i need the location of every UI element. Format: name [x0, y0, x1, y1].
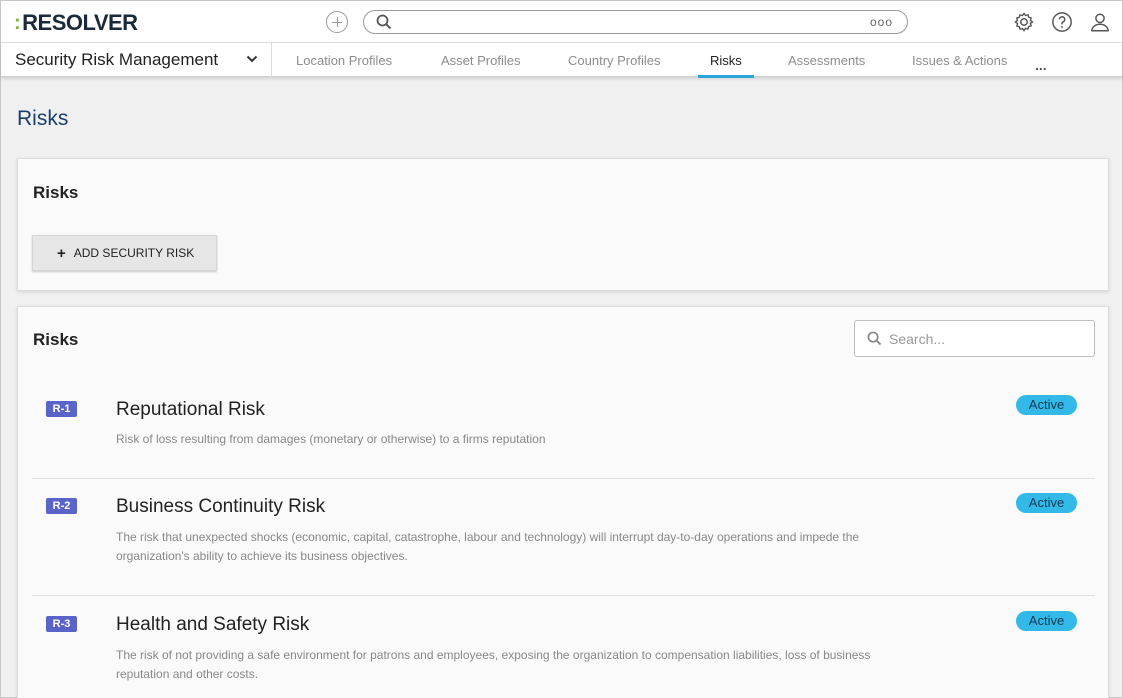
tab-issues-actions[interactable]: Issues & Actions — [912, 43, 1007, 77]
search-options-icon[interactable]: ooo — [870, 15, 893, 29]
add-security-risk-button[interactable]: + ADD SECURITY RISK — [32, 235, 217, 271]
app-selector[interactable]: Security Risk Management — [1, 43, 272, 77]
tab-assessments[interactable]: Assessments — [788, 43, 865, 77]
top-bar: : RESOLVER ooo — [1, 1, 1122, 43]
risk-id-badge: R-2 — [46, 498, 77, 514]
risk-list-card: Risks R-1 Reputational Risk Risk of loss… — [17, 306, 1109, 698]
add-risk-card: Risks + ADD SECURITY RISK — [17, 158, 1109, 291]
search-icon — [376, 14, 392, 30]
risk-search-input[interactable] — [889, 329, 1084, 349]
logo-colon: : — [14, 11, 21, 34]
risk-description: The risk of not providing a safe environ… — [116, 648, 871, 681]
risk-name[interactable]: Business Continuity Risk — [116, 496, 325, 518]
tab-location-profiles[interactable]: Location Profiles — [296, 43, 392, 77]
risk-description: Risk of loss resulting from damages (mon… — [116, 432, 546, 446]
user-icon[interactable] — [1088, 10, 1112, 34]
search-icon — [867, 331, 882, 346]
gear-icon[interactable] — [1012, 10, 1036, 34]
help-icon[interactable] — [1050, 10, 1074, 34]
chevron-down-icon — [246, 55, 258, 63]
risk-id-badge: R-1 — [46, 401, 77, 417]
card-title: Risks — [33, 330, 79, 349]
nav-bar: Security Risk Management Location Profil… — [1, 43, 1122, 78]
tab-risks[interactable]: Risks — [698, 43, 754, 78]
app-name: Security Risk Management — [15, 50, 219, 69]
logo-text: RESOLVER — [22, 10, 138, 35]
status-badge: Active — [1016, 395, 1077, 415]
tab-country-profiles[interactable]: Country Profiles — [568, 43, 660, 77]
risk-search-field[interactable] — [854, 320, 1095, 357]
risk-list-item[interactable]: R-1 Reputational Risk Risk of loss resul… — [32, 379, 1095, 479]
tab-asset-profiles[interactable]: Asset Profiles — [441, 43, 520, 77]
risk-id-badge: R-3 — [46, 616, 77, 632]
risk-list-item[interactable]: R-2 Business Continuity Risk The risk th… — [32, 479, 1095, 596]
global-search-bar[interactable]: ooo — [363, 10, 908, 34]
resolver-logo[interactable]: : RESOLVER — [14, 10, 138, 36]
add-security-risk-label: ADD SECURITY RISK — [73, 246, 195, 260]
card-title: Risks — [33, 183, 79, 202]
risk-description: The risk that unexpected shocks (economi… — [116, 530, 860, 563]
plus-circle-icon[interactable] — [326, 11, 348, 33]
plus-icon: + — [57, 244, 66, 262]
top-icons — [1012, 10, 1112, 34]
more-tabs-button[interactable]: ... — [1035, 57, 1047, 73]
risk-name[interactable]: Health and Safety Risk — [116, 614, 309, 636]
status-badge: Active — [1016, 493, 1077, 513]
risk-list-item[interactable]: R-3 Health and Safety Risk The risk of n… — [32, 596, 1095, 698]
status-badge: Active — [1016, 611, 1077, 631]
risk-name[interactable]: Reputational Risk — [116, 399, 265, 421]
page-title: Risks — [17, 107, 69, 130]
